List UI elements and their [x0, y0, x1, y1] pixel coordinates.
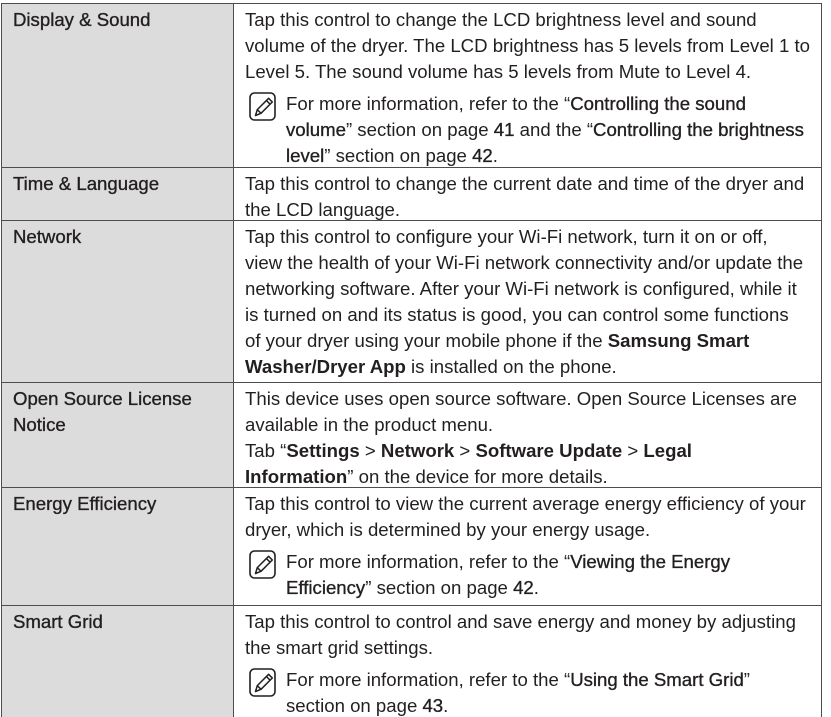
note: For more information, refer to the “Cont…	[245, 91, 815, 169]
reference-title: volume	[286, 119, 346, 140]
description-line: Washer/Dryer App is installed on the pho…	[245, 354, 815, 380]
row-description: Tap this control to view the current ave…	[234, 488, 821, 605]
row-description: This device uses open source software. O…	[234, 383, 821, 487]
separator: >	[622, 440, 644, 461]
description-line: networking software. After your Wi-Fi ne…	[245, 278, 797, 299]
description-line: Tap this control to configure your Wi-Fi…	[245, 226, 768, 247]
description-line: Level 5. The sound volume has 5 levels f…	[245, 61, 752, 82]
text-segment: ”	[743, 669, 750, 690]
description-line: view the health of your Wi-Fi network co…	[245, 252, 804, 273]
text-segment: of your dryer using your mobile phone if…	[245, 330, 608, 351]
page-number: 42	[472, 145, 493, 166]
text-segment: For more information, refer to the “	[286, 93, 571, 114]
description-line: the smart grid settings.	[245, 637, 434, 658]
note-pencil-icon	[249, 550, 276, 579]
row-description: Tap this control to control and save ene…	[234, 606, 821, 717]
table-row: Time & Language Tap this control to chan…	[2, 168, 821, 221]
menu-path-item: Settings	[286, 440, 360, 461]
menu-path-item: Information	[245, 466, 348, 487]
separator: >	[359, 440, 381, 461]
page-number: 41	[493, 119, 515, 140]
note-line: For more information, refer to the “View…	[286, 549, 815, 575]
reference-title: Controlling the brightness	[593, 119, 804, 140]
menu-path-item: Software Update	[475, 440, 623, 461]
row-label: Energy Efficiency	[2, 488, 234, 605]
row-label: Open Source License Notice	[2, 383, 234, 487]
description-line: Tap this control to change the LCD brigh…	[245, 9, 757, 30]
description-line: the LCD language.	[245, 199, 401, 220]
note: For more information, refer to the “View…	[245, 549, 815, 601]
description-line: Tab “Settings > Network > Software Updat…	[245, 438, 815, 464]
row-label: Time & Language	[2, 168, 234, 220]
row-label: Network	[2, 221, 234, 382]
text-segment: is installed on the phone.	[405, 356, 617, 377]
settings-table: Display & Sound Tap this control to chan…	[1, 3, 822, 717]
description-line: volume of the dryer. The LCD brightness …	[245, 35, 810, 56]
description-line: Tap this control to control and save ene…	[245, 611, 796, 632]
text-segment: ” section on page	[365, 577, 514, 598]
note-line: For more information, refer to the “Usin…	[286, 667, 815, 693]
description-line: This device uses open source software. O…	[245, 388, 797, 409]
note: For more information, refer to the “Usin…	[245, 667, 815, 717]
note-line: Efficiency” section on page 42.	[286, 575, 815, 601]
table-row: Open Source License Notice This device u…	[2, 383, 821, 488]
app-name: Samsung Smart	[607, 330, 750, 351]
note-pencil-icon	[249, 668, 276, 697]
text-segment: ” on the device for more details.	[347, 466, 608, 487]
menu-path-item: Legal	[643, 440, 692, 461]
text-segment: Tab “	[245, 440, 287, 461]
table-row: Energy Efficiency Tap this control to vi…	[2, 488, 821, 606]
text-segment: .	[492, 145, 498, 166]
note-line: For more information, refer to the “Cont…	[286, 91, 815, 117]
separator: >	[454, 440, 476, 461]
table-row: Display & Sound Tap this control to chan…	[2, 4, 821, 168]
menu-path-item: Network	[380, 440, 455, 461]
note-line: section on page 43.	[286, 693, 815, 717]
description-line: available in the product menu.	[245, 414, 494, 435]
reference-title: Using the Smart Grid	[570, 669, 744, 690]
table-row: Network Tap this control to configure yo…	[2, 221, 821, 383]
reference-title: Controlling the sound	[570, 93, 746, 114]
description-line: of your dryer using your mobile phone if…	[245, 328, 815, 354]
description-line: Information” on the device for more deta…	[245, 464, 815, 490]
description-line: is turned on and its status is good, you…	[245, 304, 789, 325]
page-number: 42	[513, 577, 534, 598]
row-label: Smart Grid	[2, 606, 234, 717]
row-label: Display & Sound	[2, 4, 234, 167]
note-line: level” section on page 42.	[286, 143, 815, 169]
note-line: volume” section on page 41 and the “Cont…	[286, 117, 815, 143]
note-pencil-icon	[249, 92, 276, 121]
reference-title: Viewing the Energy	[570, 551, 731, 572]
page-number: 43	[422, 695, 444, 716]
row-description: Tap this control to change the LCD brigh…	[234, 4, 821, 167]
text-segment: For more information, refer to the “	[286, 669, 571, 690]
description-line: Tap this control to change the current d…	[245, 173, 805, 194]
text-segment: .	[533, 577, 539, 598]
reference-title: level	[286, 145, 325, 166]
text-segment: For more information, refer to the “	[286, 551, 571, 572]
text-segment: and the “	[514, 119, 594, 140]
text-segment: ” section on page	[324, 145, 473, 166]
text-segment: .	[443, 695, 449, 716]
text-segment: section on page	[286, 695, 423, 716]
text-segment: ” section on page	[345, 119, 494, 140]
row-description: Tap this control to change the current d…	[234, 168, 821, 220]
reference-title: Efficiency	[286, 577, 366, 598]
description-line: Tap this control to view the current ave…	[245, 493, 806, 514]
row-description: Tap this control to configure your Wi-Fi…	[234, 221, 821, 382]
app-name: Washer/Dryer App	[245, 356, 406, 377]
description-line: dryer, which is determined by your energ…	[245, 519, 651, 540]
table-row: Smart Grid Tap this control to control a…	[2, 606, 821, 717]
